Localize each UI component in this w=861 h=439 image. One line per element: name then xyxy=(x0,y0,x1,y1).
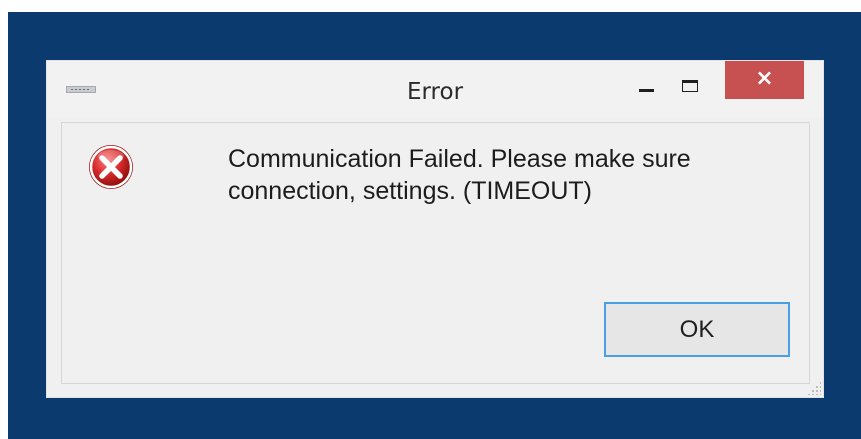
error-message-line-1: Communication Failed. Please make sure xyxy=(228,145,691,173)
dialog-content: Communication Failed. Please make sure c… xyxy=(61,122,810,384)
error-message-line-2: connection, settings. (TIMEOUT) xyxy=(228,177,593,205)
minimize-button[interactable] xyxy=(631,75,661,103)
error-icon xyxy=(89,145,133,189)
title-bar[interactable]: Error × xyxy=(47,61,823,117)
maximize-button[interactable] xyxy=(674,75,708,103)
ok-button[interactable]: OK xyxy=(604,302,790,357)
error-message: Communication Failed. Please make sure c… xyxy=(228,143,798,207)
ok-button-label: OK xyxy=(679,315,715,343)
close-icon: × xyxy=(755,66,774,91)
close-button[interactable]: × xyxy=(725,61,804,99)
error-dialog: Error × Communication Failed. Please mak… xyxy=(46,60,824,398)
